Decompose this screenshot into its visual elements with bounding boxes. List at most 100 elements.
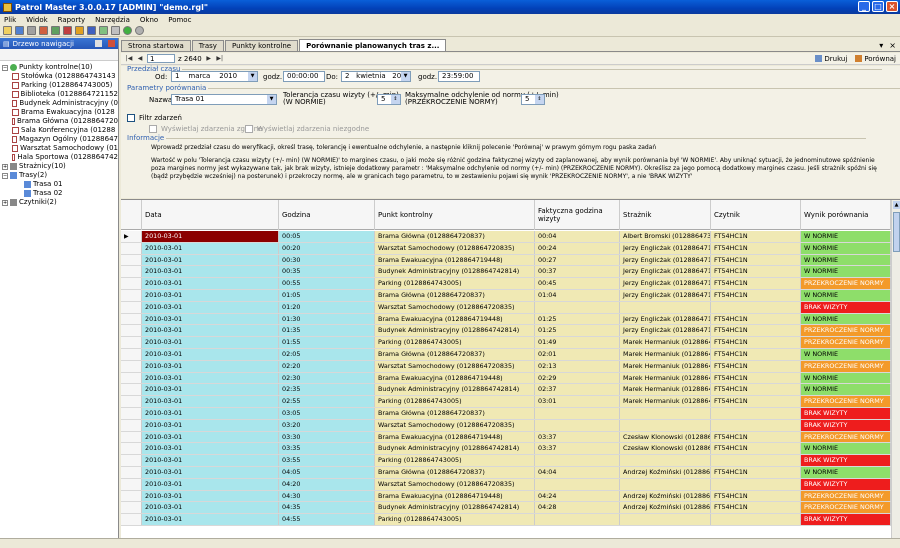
expand-icon[interactable]: + <box>2 199 8 206</box>
tolerance-stepper[interactable]: 5 ⇕ <box>377 94 401 105</box>
table-row[interactable]: 2010-03-01 02:35 Budynek Administracyjny (… <box>121 384 891 397</box>
row-selector[interactable] <box>121 478 142 490</box>
tree-item[interactable]: Budynek Administracyjny (0 <box>2 99 118 108</box>
tree-item[interactable]: + Czytniki(2) <box>2 198 118 207</box>
table-row[interactable]: 2010-03-01 03:05 Brama Główna (01288647208… <box>121 407 891 420</box>
row-selector[interactable] <box>121 419 142 431</box>
save-icon[interactable] <box>15 26 24 35</box>
table-row[interactable]: 2010-03-01 04:35 Budynek Administracyjny (… <box>121 502 891 515</box>
row-selector[interactable] <box>121 242 142 254</box>
row-selector[interactable]: ▶ <box>121 231 142 242</box>
close-panel-icon[interactable] <box>108 40 115 47</box>
row-selector[interactable] <box>121 407 142 419</box>
column-header-date[interactable]: Data <box>142 200 279 230</box>
tab-comparison[interactable]: Porównanie planowanych tras z... <box>299 39 447 51</box>
stepper-icon[interactable]: ⇕ <box>535 95 544 104</box>
column-header-reader[interactable]: Czytnik <box>711 200 801 230</box>
maximize-button[interactable]: □ <box>872 1 884 12</box>
from-time-input[interactable]: 00:00:00 <box>283 71 325 82</box>
column-header-actual-time[interactable]: Faktyczna godzina wizyty <box>535 200 620 230</box>
table-row[interactable]: 2010-03-01 00:35 Budynek Administracyjny (… <box>121 266 891 279</box>
scroll-up-icon[interactable]: ▲ <box>893 201 900 209</box>
menu-plik[interactable]: Plik <box>4 16 16 24</box>
tree-item[interactable]: Brama Ewakuacyjna (0128 <box>2 108 118 117</box>
row-selector[interactable] <box>121 490 142 502</box>
table-row[interactable]: ▶ 2010-03-01 00:05 Brama Główna (0128864720… <box>121 231 891 243</box>
open-icon[interactable] <box>3 26 12 35</box>
scroll-thumb[interactable] <box>893 212 900 252</box>
max-deviation-stepper[interactable]: 5 ⇕ <box>521 94 545 105</box>
page-input[interactable]: 1 <box>147 54 175 63</box>
collapse-icon[interactable]: − <box>2 64 8 71</box>
next-page-icon[interactable]: ▶ <box>205 55 213 63</box>
filter-events-checkbox[interactable] <box>127 114 135 122</box>
tree-item[interactable]: Sala Konferencyjna (01288 <box>2 126 118 135</box>
show-ok-checkbox[interactable] <box>149 125 157 133</box>
tree-item[interactable]: − Trasy(2) <box>2 171 118 180</box>
collapse-icon[interactable]: − <box>2 172 8 179</box>
row-selector[interactable] <box>121 396 142 407</box>
column-header-result[interactable]: Wynik porównania <box>801 200 891 230</box>
row-selector[interactable] <box>121 313 142 325</box>
table-row[interactable]: 2010-03-01 03:30 Brama Ewakuacyjna (012886… <box>121 431 891 444</box>
alarm-icon[interactable] <box>63 26 72 35</box>
reader-icon[interactable] <box>39 26 48 35</box>
row-selector[interactable] <box>121 384 142 396</box>
row-selector[interactable] <box>121 455 142 466</box>
tree-item[interactable]: Parking (0128864743005) <box>2 81 118 90</box>
menu-okno[interactable]: Okno <box>140 16 158 24</box>
tree-item[interactable]: Stołówka (0128864743143 <box>2 72 118 81</box>
tree-item[interactable]: Magazyn Ogólny (01288647 <box>2 135 118 144</box>
menu-narzedzia[interactable]: Narzędzia <box>95 16 130 24</box>
tree-item[interactable]: Biblioteka (0128864721152 <box>2 90 118 99</box>
close-button[interactable]: × <box>886 1 898 12</box>
pin-icon[interactable] <box>95 40 102 47</box>
row-selector[interactable] <box>121 266 142 278</box>
compare-button[interactable]: Porównaj <box>855 55 896 63</box>
help-icon[interactable] <box>111 26 120 35</box>
tree-item[interactable]: Trasa 01 <box>2 180 118 189</box>
table-row[interactable]: 2010-03-01 03:55 Parking (0128864743005) BR… <box>121 455 891 467</box>
last-page-icon[interactable]: ▶| <box>216 55 224 63</box>
menu-widok[interactable]: Widok <box>26 16 48 24</box>
add-icon[interactable] <box>123 26 132 35</box>
expand-icon[interactable]: + <box>2 163 8 170</box>
table-row[interactable]: 2010-03-01 01:20 Warsztat Samochodowy (012… <box>121 301 891 314</box>
table-row[interactable]: 2010-03-01 01:35 Budynek Administracyjny (… <box>121 325 891 338</box>
row-selector[interactable] <box>121 289 142 301</box>
table-row[interactable]: 2010-03-01 01:05 Brama Główna (01288647208… <box>121 289 891 302</box>
table-row[interactable]: 2010-03-01 04:20 Warsztat Samochodowy (012… <box>121 478 891 491</box>
vertical-scrollbar[interactable]: ▲ <box>891 200 900 538</box>
table-row[interactable]: 2010-03-01 04:05 Brama Główna (01288647208… <box>121 466 891 479</box>
row-selector[interactable] <box>121 301 142 313</box>
column-header-guard[interactable]: Strażnik <box>620 200 711 230</box>
menu-pomoc[interactable]: Pomoc <box>168 16 191 24</box>
to-time-input[interactable]: 23:59:00 <box>438 71 480 82</box>
row-selector[interactable] <box>121 502 142 514</box>
column-header-checkpoint[interactable]: Punkt kontrolny <box>375 200 535 230</box>
calendar-dropdown-icon[interactable]: ▼ <box>248 72 257 81</box>
route-icon[interactable] <box>51 26 60 35</box>
row-selector[interactable] <box>121 254 142 266</box>
first-page-icon[interactable]: |◀ <box>125 55 133 63</box>
row-selector[interactable] <box>121 325 142 337</box>
table-row[interactable]: 2010-03-01 03:20 Warsztat Samochodowy (012… <box>121 419 891 432</box>
row-selector[interactable] <box>121 443 142 455</box>
clock-icon[interactable] <box>75 26 84 35</box>
route-select[interactable]: Trasa 01 ▼ <box>171 94 277 105</box>
table-row[interactable]: 2010-03-01 03:35 Budynek Administracyjny (… <box>121 443 891 456</box>
row-selector[interactable] <box>121 278 142 289</box>
tree-item[interactable]: Brama Główna (0128864720 <box>2 117 118 126</box>
tab-dropdown-icon[interactable]: ▾ <box>879 41 883 50</box>
tree-item[interactable]: Trasa 02 <box>2 189 118 198</box>
navigation-search[interactable] <box>0 49 118 61</box>
menu-raporty[interactable]: Raporty <box>58 16 86 24</box>
row-selector[interactable] <box>121 431 142 443</box>
tree-item[interactable]: − Punkty kontrolne(10) <box>2 63 118 72</box>
report-icon[interactable] <box>99 26 108 35</box>
minimize-button[interactable]: _ <box>858 1 870 12</box>
print-button[interactable]: Drukuj <box>815 55 847 63</box>
table-row[interactable]: 2010-03-01 01:55 Parking (0128864743005) 01… <box>121 337 891 349</box>
tab-close-icon[interactable]: × <box>889 41 896 50</box>
table-row[interactable]: 2010-03-01 02:55 Parking (0128864743005) 03… <box>121 396 891 408</box>
